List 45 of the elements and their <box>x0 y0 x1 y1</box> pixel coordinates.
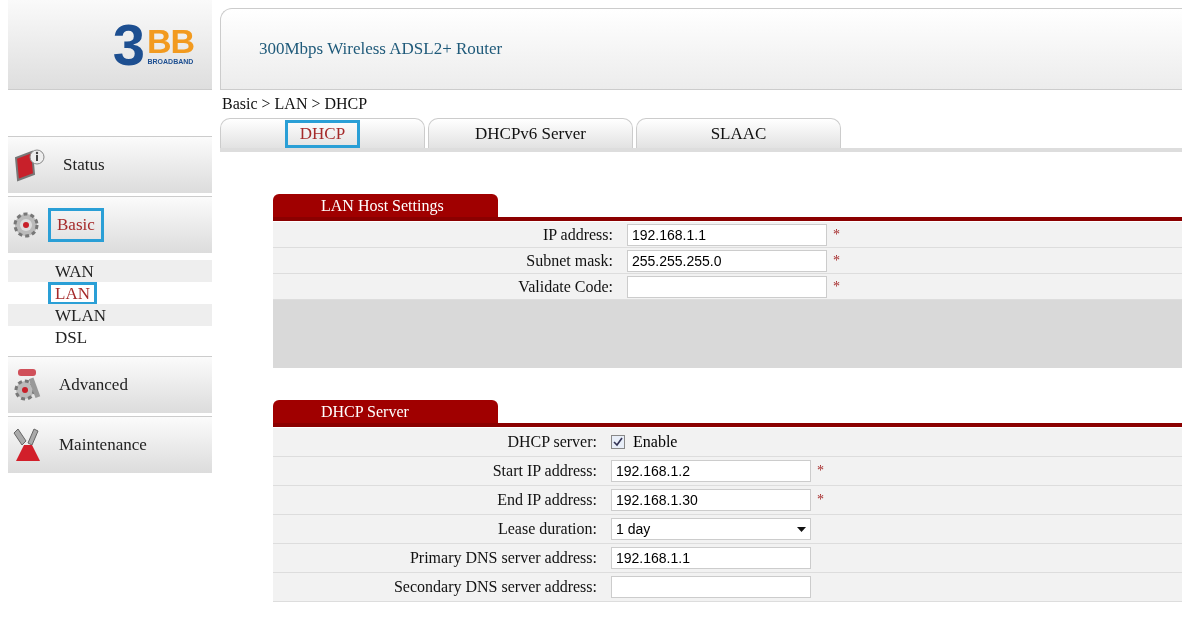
input-field[interactable]: 192.168.1.1 <box>611 547 811 569</box>
monitor-info-icon <box>12 148 46 182</box>
nav-label: Basic <box>48 208 104 242</box>
wrench-flask-icon <box>12 427 42 463</box>
required-mark: * <box>817 492 824 508</box>
field-label: Secondary DNS server address: <box>392 578 597 596</box>
input-field[interactable] <box>627 275 827 298</box>
router-title: 300Mbps Wireless ADSL2+ Router <box>220 8 1182 90</box>
input-field[interactable]: 192.168.1.1 <box>627 223 827 246</box>
tab[interactable]: SLAAC <box>636 118 841 148</box>
checkbox-label: Enable <box>633 433 678 451</box>
input-field[interactable]: 192.168.1.30 <box>611 489 811 511</box>
field-label: End IP address: <box>496 491 597 509</box>
field-label: IP address: <box>541 225 613 244</box>
required-mark: * <box>817 463 824 479</box>
nav-label: Maintenance <box>58 434 148 456</box>
nav-label: Advanced <box>58 374 129 396</box>
dropdown[interactable]: 1 day <box>611 518 811 540</box>
gear-icon <box>12 211 40 239</box>
nav-item[interactable]: Advanced <box>8 356 212 413</box>
nav-item[interactable]: Basic <box>8 196 212 253</box>
dropdown-arrow-icon <box>797 526 806 532</box>
input-field[interactable] <box>611 576 811 598</box>
nav-subitem[interactable]: DSL <box>48 325 95 349</box>
required-mark: * <box>833 278 840 295</box>
field-label: Validate Code: <box>517 277 613 296</box>
field-label: Lease duration: <box>496 520 597 538</box>
field-label: Subnet mask: <box>525 251 613 270</box>
section-header: LAN Host Settings <box>273 194 498 217</box>
tab[interactable]: DHCP <box>220 118 425 148</box>
section-header: DHCP Server <box>273 400 498 423</box>
gear-tools-icon <box>12 368 42 402</box>
nav-item[interactable]: Status <box>8 136 212 193</box>
field-label: Start IP address: <box>491 462 597 480</box>
input-field[interactable]: 255.255.255.0 <box>627 249 827 272</box>
breadcrumb: Basic > LAN > DHCP <box>222 95 369 113</box>
nav-item[interactable]: Maintenance <box>8 416 212 473</box>
field-label: DHCP server: <box>506 433 597 451</box>
required-mark: * <box>833 226 840 243</box>
field-label: Primary DNS server address: <box>408 549 597 567</box>
input-field[interactable]: 192.168.1.2 <box>611 460 811 482</box>
tab[interactable]: DHCPv6 Server <box>428 118 633 148</box>
required-mark: * <box>833 252 840 269</box>
checkbox[interactable] <box>611 435 625 449</box>
nav-label: Status <box>62 154 106 176</box>
